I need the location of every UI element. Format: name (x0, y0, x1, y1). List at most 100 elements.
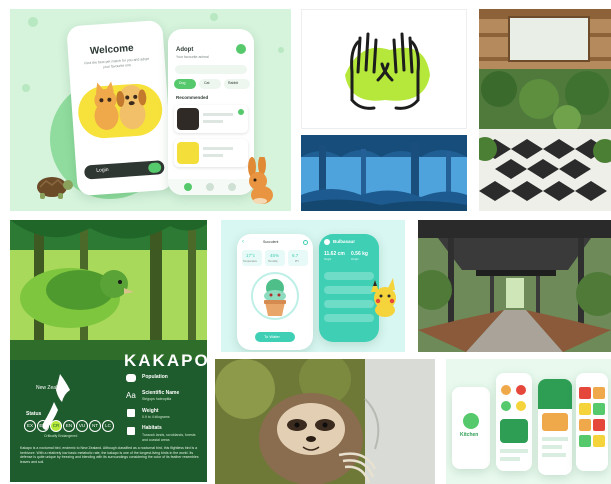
covered-walkway-photo-tile[interactable] (418, 220, 611, 352)
scientific-name-value: Strigops habroptila (142, 397, 172, 401)
food-item[interactable] (501, 401, 511, 411)
food-item[interactable] (516, 385, 526, 395)
list-item[interactable] (500, 457, 520, 461)
decor-circle (28, 17, 38, 27)
status-ew-chip: EW (37, 420, 49, 432)
promo-banner[interactable] (500, 419, 528, 443)
detail-header (538, 379, 572, 409)
welcome-subtitle: Find the best pet match for you and adop… (84, 56, 150, 69)
kakapo-poster-tile[interactable]: KAKAPO New Zealand Population Aa Scienti… (10, 220, 207, 482)
category-dog-label: Dog (179, 81, 186, 85)
profile-nav-icon[interactable] (228, 183, 236, 191)
grid-item[interactable] (579, 387, 591, 399)
grid-item[interactable] (593, 419, 605, 431)
pet-card-1-detail (203, 120, 223, 123)
stat-label-ph: PH (295, 260, 299, 263)
population-label: Population (142, 374, 168, 380)
food-item[interactable] (516, 401, 526, 411)
weight-value: 0.9 to 4 kilograms (142, 415, 170, 419)
back-arrow-icon[interactable]: ‹ (242, 239, 244, 245)
habitats-value: Tussock lands, scrublands, forests and c… (142, 433, 196, 442)
forest-illustration (301, 135, 467, 211)
pet-photo-dog-2 (177, 142, 199, 164)
kitchen-home-screen (496, 373, 532, 471)
kitten-and-puppy-illustration (94, 81, 147, 130)
jungle-illustration (10, 220, 207, 360)
pet-card-2-detail (203, 154, 223, 157)
detail-weight-label: Weight (351, 258, 359, 261)
adopt-subtitle: Your favourite animal (176, 55, 209, 59)
avatar[interactable] (236, 44, 246, 54)
stat-value-humidity: 45% (270, 253, 280, 258)
to-water-label: To Water (264, 334, 280, 339)
aa-glyph: Aa (126, 391, 136, 400)
stat-label-humidity: Humidity (268, 260, 278, 263)
grid-item[interactable] (579, 419, 591, 431)
pet-card-2-detail (203, 147, 233, 150)
heart-icon[interactable] (238, 109, 244, 115)
kitchen-app-tile[interactable]: Kitchen (446, 359, 611, 484)
habitats-icon (127, 427, 135, 435)
list-item[interactable] (500, 449, 528, 453)
stat-label-temperature: Temperature (243, 260, 258, 263)
detail-image (542, 413, 568, 431)
food-item[interactable] (501, 385, 511, 395)
sloth-photo (215, 359, 435, 484)
home-nav-icon[interactable] (184, 183, 192, 191)
grid-item[interactable] (579, 403, 591, 415)
decor-circle (210, 13, 218, 21)
list-item[interactable] (542, 445, 562, 449)
detail-weight-value: 0.56 kg (351, 251, 368, 257)
search-field[interactable] (175, 65, 247, 74)
detail-height-label: Height (324, 258, 332, 261)
turtle-illustration (37, 177, 73, 199)
favorites-nav-icon[interactable] (206, 183, 214, 191)
greenhouse-photo-tile[interactable] (479, 9, 611, 211)
status-label: Status (26, 411, 42, 417)
grid-item[interactable] (593, 387, 605, 399)
status-ex-chip: EX (24, 420, 36, 432)
kitchen-logo-icon (463, 413, 479, 429)
category-cat-chip[interactable] (199, 79, 221, 89)
grid-item[interactable] (593, 403, 605, 415)
high-five-illustration-tile[interactable] (301, 9, 467, 129)
habitats-label: Habitats (142, 425, 162, 431)
population-icon (126, 374, 136, 382)
potted-bulbasaur-illustration (264, 279, 286, 316)
welcome-screen: Welcome Find the best pet match for you … (66, 19, 174, 197)
settings-icon[interactable] (303, 240, 308, 245)
kakapo-description: Kakapo is a nocturnal bird, endemic to N… (20, 446, 199, 465)
plant-app-tile[interactable]: ‹ Succulent 17°c Temperature 45% Humidit… (221, 220, 405, 352)
status-vu-chip: VU (76, 420, 88, 432)
decor-circle (22, 84, 30, 92)
sloth-photo-tile[interactable] (215, 359, 435, 484)
scientific-name-label: Scientific Name (142, 390, 180, 396)
pet-adoption-app-tile[interactable]: Welcome Find the best pet match for you … (10, 9, 291, 211)
login-button-label: Login (96, 166, 109, 174)
list-item[interactable] (542, 453, 566, 457)
decor-circle (278, 47, 284, 53)
grid-item[interactable] (593, 435, 605, 447)
kitchen-grid-screen (576, 373, 608, 471)
weight-label: Weight (142, 408, 159, 414)
grid-item[interactable] (579, 435, 591, 447)
rabbit-illustration (248, 157, 273, 204)
greenhouse-photo (479, 9, 611, 211)
adopt-title: Adopt (176, 47, 194, 53)
water-drop-icon (324, 239, 330, 245)
detail-title: Bulbasaur (333, 239, 356, 244)
kitchen-splash-screen: Kitchen (452, 387, 490, 469)
list-item[interactable] (542, 437, 568, 441)
kitchen-brand: Kitchen (460, 432, 479, 438)
covered-walkway-photo (418, 220, 611, 352)
moodboard-collage: Welcome Find the best pet match for you … (0, 0, 611, 484)
welcome-title: Welcome (89, 42, 134, 57)
detail-height-value: 11.62 cm (324, 251, 345, 257)
high-five-hands-icon (345, 32, 430, 110)
forest-illustration-tile[interactable] (301, 135, 467, 211)
status-nt-chip: NT (89, 420, 101, 432)
pikachu-illustration (371, 278, 396, 317)
status-cr-chip: CR (50, 420, 62, 432)
category-cat-label: Cat (204, 81, 210, 85)
status-en-chip: EN (63, 420, 75, 432)
